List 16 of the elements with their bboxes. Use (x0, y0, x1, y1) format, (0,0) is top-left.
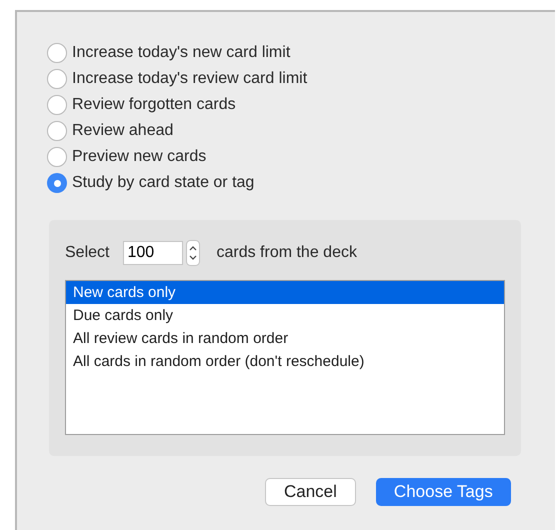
stepper-icon[interactable] (186, 240, 200, 266)
radio-option[interactable]: Study by card state or tag (47, 172, 555, 194)
choose-tags-button[interactable]: Choose Tags (376, 478, 511, 506)
suffix-label: cards from the deck (216, 244, 357, 262)
select-label: Select (65, 244, 110, 262)
radio-option[interactable]: Review ahead (47, 120, 555, 142)
radio-option[interactable]: Increase today's review card limit (47, 68, 555, 90)
cancel-button[interactable]: Cancel (265, 478, 356, 506)
list-item[interactable]: All review cards in random order (66, 327, 504, 350)
list-item[interactable]: All cards in random order (don't reschedule) (66, 350, 504, 373)
radio-option[interactable]: Preview new cards (47, 146, 555, 168)
list-item[interactable]: Due cards only (66, 304, 504, 327)
number-field[interactable]: 100 (123, 241, 184, 265)
list-item[interactable]: New cards only (66, 281, 504, 304)
radio-option[interactable]: Increase today's new card limit (47, 42, 555, 64)
radio-option[interactable]: Review forgotten cards (47, 94, 555, 116)
